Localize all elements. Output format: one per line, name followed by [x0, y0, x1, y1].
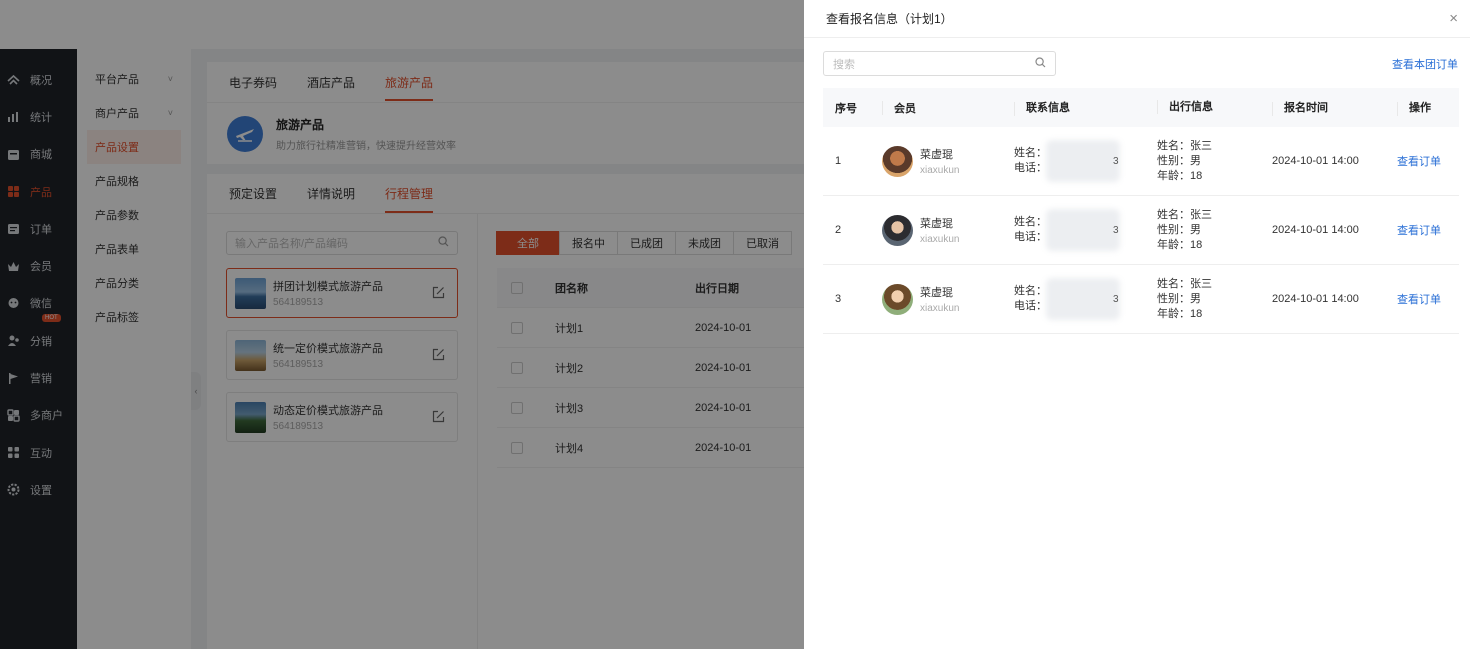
search-icon [1035, 56, 1046, 71]
member-id: xiaxukun [920, 165, 960, 176]
column-header-label: 会员 [894, 102, 916, 115]
column-header-label: 操作 [1409, 102, 1431, 115]
contact-cell: 姓名： 电话： 3 [1002, 140, 1145, 182]
traveler-age: 年龄：18 [1157, 238, 1203, 251]
registration-table: 序号 会员 联系信息 出行信息 报名时间 操作 1 菜虚琨 xiaxukun 姓名… [823, 88, 1459, 334]
redacted-blur [1046, 209, 1120, 251]
view-group-orders-link[interactable]: 查看本团订单 [1392, 56, 1458, 72]
contact-cell: 姓名： 电话： 3 [1002, 209, 1145, 251]
row-number: 3 [835, 293, 842, 305]
row-number: 2 [835, 224, 842, 236]
column-header-label: 报名时间 [1284, 102, 1328, 115]
phone-tail: 3 [1113, 156, 1119, 167]
contact-cell: 姓名： 电话： 3 [1002, 278, 1145, 320]
row-number: 1 [835, 155, 842, 167]
traveler-gender: 性别：男 [1157, 223, 1201, 236]
member-id: xiaxukun [920, 234, 960, 245]
travel-cell: 姓名：张三性别：男年龄：18 [1145, 208, 1260, 253]
table-header: 序号 会员 联系信息 出行信息 报名时间 操作 [823, 88, 1459, 127]
column-header-time: 报名时间 [1260, 99, 1385, 116]
member-name: 菜虚琨 [920, 149, 953, 161]
view-order-link[interactable]: 查看订单 [1385, 291, 1459, 307]
table-row: 3 菜虚琨 xiaxukun 姓名： 电话： 3 姓名：张三性别：男年龄：18 202… [823, 265, 1459, 334]
avatar [882, 283, 913, 315]
phone-tail: 3 [1113, 225, 1119, 236]
member-search-input[interactable]: 搜索 [823, 51, 1056, 76]
search-placeholder: 搜索 [833, 58, 855, 71]
drawer-header: 查看报名信息（计划1） × [804, 0, 1470, 38]
redacted-blur [1046, 278, 1120, 320]
traveler-age: 年龄：18 [1157, 169, 1203, 182]
member-cell: 菜虚琨 xiaxukun [870, 145, 1002, 177]
member-cell: 菜虚琨 xiaxukun [870, 214, 1002, 246]
registration-time: 2024-10-01 14:00 [1272, 293, 1359, 305]
view-order-link[interactable]: 查看订单 [1385, 153, 1459, 169]
member-name: 菜虚琨 [920, 287, 953, 299]
avatar [882, 214, 913, 246]
column-header-label: 出行信息 [1169, 101, 1213, 113]
table-row: 1 菜虚琨 xiaxukun 姓名： 电话： 3 姓名：张三性别：男年龄：18 202… [823, 127, 1459, 196]
member-id: xiaxukun [920, 303, 960, 314]
member-name: 菜虚琨 [920, 218, 953, 230]
registration-time: 2024-10-01 14:00 [1272, 155, 1359, 167]
traveler-name: 姓名：张三 [1157, 139, 1212, 152]
column-header-member: 会员 [870, 100, 1002, 116]
close-icon[interactable]: × [1449, 10, 1458, 27]
table-row: 2 菜虚琨 xiaxukun 姓名： 电话： 3 姓名：张三性别：男年龄：18 202… [823, 196, 1459, 265]
traveler-gender: 性别：男 [1157, 154, 1201, 167]
traveler-age: 年龄：18 [1157, 307, 1203, 320]
column-header-label: 联系信息 [1026, 102, 1070, 115]
column-header-travel: 出行信息 [1145, 100, 1260, 115]
drawer-title: 查看报名信息（计划1） [826, 12, 953, 26]
column-header-contact: 联系信息 [1002, 99, 1145, 116]
travel-cell: 姓名：张三性别：男年龄：18 [1145, 277, 1260, 322]
traveler-name: 姓名：张三 [1157, 208, 1212, 221]
registration-time: 2024-10-01 14:00 [1272, 224, 1359, 236]
avatar [882, 145, 913, 177]
redacted-blur [1046, 140, 1120, 182]
view-order-link[interactable]: 查看订单 [1385, 222, 1459, 238]
member-cell: 菜虚琨 xiaxukun [870, 283, 1002, 315]
drawer-toolbar: 搜索 查看本团订单 [823, 51, 1458, 76]
column-header-operation: 操作 [1385, 99, 1459, 116]
traveler-name: 姓名：张三 [1157, 277, 1212, 290]
modal-overlay[interactable] [0, 0, 804, 649]
registration-drawer: 查看报名信息（计划1） × 搜索 查看本团订单 序号 会员 联系信息 出行信息 … [804, 0, 1470, 649]
column-header-no: 序号 [835, 102, 857, 115]
phone-tail: 3 [1113, 294, 1119, 305]
traveler-gender: 性别：男 [1157, 292, 1201, 305]
travel-cell: 姓名：张三性别：男年龄：18 [1145, 139, 1260, 184]
